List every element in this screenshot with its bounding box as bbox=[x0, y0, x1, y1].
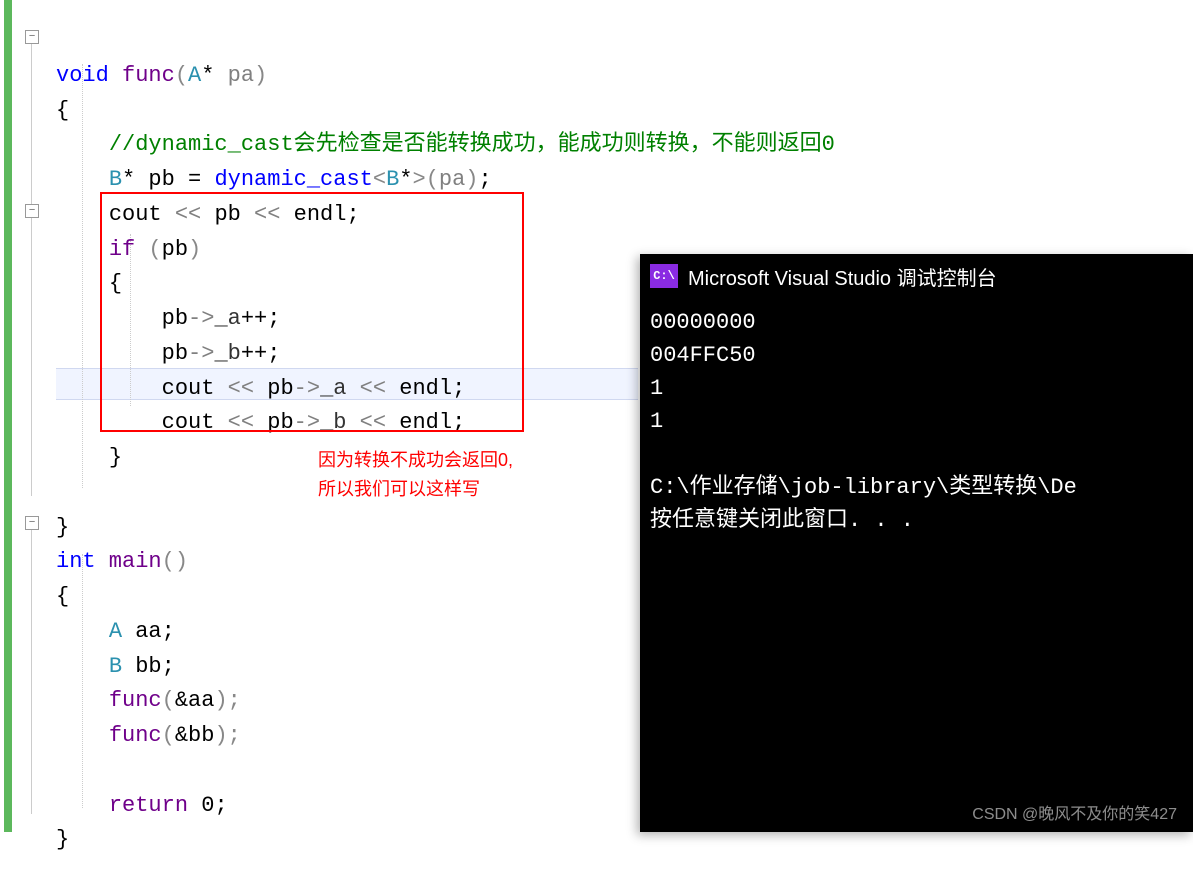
type-A: A bbox=[109, 619, 122, 644]
pb: pb bbox=[162, 237, 188, 262]
parens: () bbox=[162, 549, 188, 574]
console-line: 1 bbox=[650, 409, 663, 434]
watermark: CSDN @晚风不及你的笑427 bbox=[972, 800, 1177, 824]
cout: cout bbox=[162, 410, 228, 435]
console-body[interactable]: 00000000 004FFC50 1 1 C:\作业存储\job-librar… bbox=[640, 298, 1193, 545]
arg: &aa bbox=[175, 688, 215, 713]
change-marker bbox=[4, 0, 12, 832]
member-a: _a bbox=[320, 376, 360, 401]
kw-int: int bbox=[56, 549, 96, 574]
pb: pb bbox=[162, 306, 188, 331]
fold-gutter: − − − bbox=[16, 0, 48, 832]
console-icon: C:\ bbox=[650, 264, 678, 288]
angle-close: > bbox=[412, 167, 425, 192]
cout: cout bbox=[162, 376, 228, 401]
pb: pb bbox=[162, 341, 188, 366]
brace: } bbox=[56, 515, 69, 540]
kw-return: return bbox=[109, 793, 188, 818]
op: << bbox=[254, 202, 294, 227]
paren: ) bbox=[254, 63, 267, 88]
annotation-line2: 所以我们可以这样写 bbox=[318, 475, 513, 504]
inc: ++; bbox=[241, 306, 281, 331]
annotation-text: 因为转换不成功会返回0, 所以我们可以这样写 bbox=[318, 446, 513, 504]
comment: //dynamic_cast会先检查是否能转换成功，能成功则转换，不能则返回0 bbox=[109, 132, 835, 157]
brace: { bbox=[109, 271, 122, 296]
type-B2: B bbox=[386, 167, 399, 192]
op: << bbox=[360, 410, 400, 435]
op: << bbox=[228, 410, 268, 435]
decl-bb: bb; bbox=[122, 654, 175, 679]
arg-pa: pa bbox=[439, 167, 465, 192]
op: << bbox=[360, 376, 400, 401]
kw-if: if bbox=[109, 237, 135, 262]
op: << bbox=[175, 202, 215, 227]
arrow: -> bbox=[188, 306, 214, 331]
star2: * bbox=[399, 167, 412, 192]
paren: ( bbox=[175, 63, 188, 88]
star: * bbox=[201, 63, 227, 88]
member-a: _a bbox=[214, 306, 240, 331]
zero: 0 bbox=[188, 793, 214, 818]
decl-aa: aa; bbox=[122, 619, 175, 644]
brace: { bbox=[56, 584, 69, 609]
member-b: _b bbox=[320, 410, 360, 435]
inc: ++; bbox=[241, 341, 281, 366]
type-B: B bbox=[109, 167, 122, 192]
paren: ) bbox=[465, 167, 478, 192]
fold-toggle-func[interactable]: − bbox=[25, 30, 39, 44]
paren: ( bbox=[162, 688, 175, 713]
paren: ) bbox=[188, 237, 201, 262]
fold-guide-main bbox=[31, 530, 32, 814]
semi: ; bbox=[346, 202, 359, 227]
call-func: func bbox=[109, 688, 162, 713]
cout: cout bbox=[109, 202, 175, 227]
arrow: -> bbox=[294, 376, 320, 401]
endl: endl bbox=[399, 376, 452, 401]
type-B: B bbox=[109, 654, 122, 679]
arrow: -> bbox=[188, 341, 214, 366]
fold-toggle-if[interactable]: − bbox=[25, 204, 39, 218]
annotation-line1: 因为转换不成功会返回0, bbox=[318, 446, 513, 475]
op: << bbox=[228, 376, 268, 401]
kw-dynamic-cast: dynamic_cast bbox=[214, 167, 372, 192]
console-line: 按任意键关闭此窗口. . . bbox=[650, 508, 914, 533]
paren: ); bbox=[214, 688, 240, 713]
console-window[interactable]: C:\ Microsoft Visual Studio 调试控制台 000000… bbox=[640, 254, 1193, 832]
endl: endl bbox=[294, 202, 347, 227]
type-A: A bbox=[188, 63, 201, 88]
func-main: main bbox=[96, 549, 162, 574]
angle: < bbox=[373, 167, 386, 192]
semi: ; bbox=[452, 376, 465, 401]
pb: pb bbox=[267, 376, 293, 401]
pb: pb bbox=[267, 410, 293, 435]
semi: ; bbox=[214, 793, 227, 818]
keyword-void: void bbox=[56, 63, 109, 88]
console-line: C:\作业存储\job-library\类型转换\De bbox=[650, 475, 1077, 500]
console-titlebar[interactable]: C:\ Microsoft Visual Studio 调试控制台 bbox=[640, 254, 1193, 298]
paren: ( bbox=[135, 237, 161, 262]
member-b: _b bbox=[214, 341, 240, 366]
console-line: 1 bbox=[650, 376, 663, 401]
fold-toggle-main[interactable]: − bbox=[25, 516, 39, 530]
brace: } bbox=[56, 827, 69, 852]
console-title-text: Microsoft Visual Studio 调试控制台 bbox=[688, 262, 997, 291]
brace: { bbox=[56, 98, 69, 123]
endl: endl bbox=[399, 410, 452, 435]
arrow: -> bbox=[294, 410, 320, 435]
semi: ; bbox=[479, 167, 492, 192]
paren: ); bbox=[214, 723, 240, 748]
decl: * pb = bbox=[122, 167, 214, 192]
call-func: func bbox=[109, 723, 162, 748]
func-name: func bbox=[109, 63, 175, 88]
paren: ( bbox=[426, 167, 439, 192]
console-line: 004FFC50 bbox=[650, 343, 756, 368]
param-pa: pa bbox=[228, 63, 254, 88]
semi: ; bbox=[452, 410, 465, 435]
paren: ( bbox=[162, 723, 175, 748]
arg: &bb bbox=[175, 723, 215, 748]
console-line: 00000000 bbox=[650, 310, 756, 335]
pb: pb bbox=[214, 202, 254, 227]
brace: } bbox=[109, 445, 122, 470]
fold-guide bbox=[31, 44, 32, 496]
